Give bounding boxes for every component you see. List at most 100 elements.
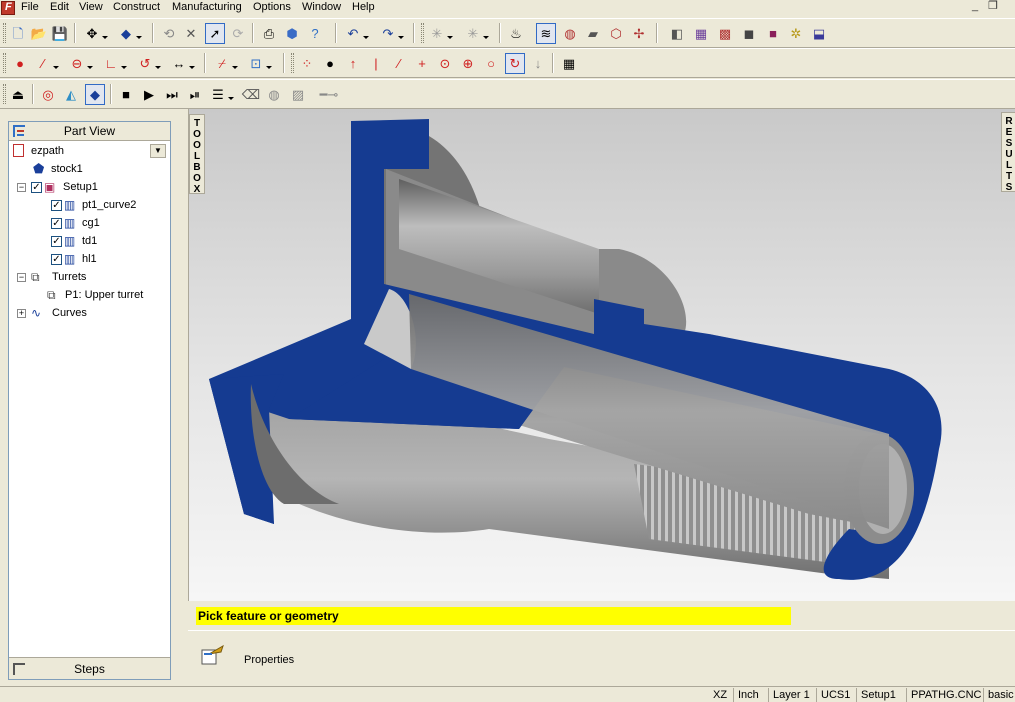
checkbox-checked[interactable]: ✓ [51,200,62,211]
fast-forward-icon[interactable]: ⏭ [162,84,182,105]
checkbox-checked[interactable]: ✓ [31,182,42,193]
print-preview-icon[interactable]: ⎙ [259,23,279,44]
tree-item-upper-turret[interactable]: ⧉ P1: Upper turret [45,286,170,304]
select-arrow-icon[interactable]: ➚ [205,23,225,44]
trim-icon[interactable]: ⌿ [212,53,238,74]
status-mode[interactable]: basic [983,688,1015,702]
play-icon[interactable]: ▶ [139,84,159,105]
toolbar-grip[interactable] [3,84,6,104]
tree-item-turrets[interactable]: − ⧉ Turrets [15,268,170,286]
contour-icon[interactable]: ◎ [38,84,58,105]
grid-snap-icon[interactable]: ▦ [559,53,579,74]
menu-options[interactable]: Options [251,0,293,16]
results-tab[interactable]: RESULTS [1001,112,1015,193]
shaded-icon[interactable]: ◆ [85,84,105,105]
delete-icon[interactable]: ✕ [181,23,201,44]
rotate-arc-icon[interactable]: ↶ [343,23,369,44]
tree-item-td1[interactable]: ✓ ▥ td1 [49,232,170,250]
tool-holder-icon[interactable]: ♨ [506,23,526,44]
render-icon[interactable]: ⬓ [809,23,829,44]
diagonal-line-icon[interactable]: ⁄ [389,53,409,74]
restore-icon[interactable]: ❐ [984,0,1002,14]
rect-icon[interactable]: ⊡ [246,53,272,74]
globe-icon[interactable]: ◍ [264,84,284,105]
circle-select-icon[interactable]: ○ [481,53,501,74]
arrow-down-icon[interactable]: ↓ [528,53,548,74]
panel-splitter[interactable] [180,109,188,686]
target-icon[interactable]: ⊕ [458,53,478,74]
menu-construct[interactable]: Construct [111,0,162,16]
move-icon[interactable]: ✥ [82,23,108,44]
checkbox-checked[interactable]: ✓ [51,236,62,247]
minimize-icon[interactable]: _ [966,0,984,14]
graphics-viewport[interactable]: TOOLBOX RESULTS [188,109,1015,601]
tree-item-cg1[interactable]: ✓ ▥ cg1 [49,214,170,232]
status-units[interactable]: Inch [733,688,763,702]
menu-manufacturing[interactable]: Manufacturing [170,0,244,16]
arrow-up-icon[interactable]: ↑ [343,53,363,74]
line-icon[interactable]: ⁄ [33,53,59,74]
transform-icon[interactable]: ⬡ [606,23,626,44]
crosshair-icon[interactable]: + [412,53,432,74]
toolbar-grip[interactable] [291,53,294,73]
menu-view[interactable]: View [77,0,105,16]
color-icon[interactable]: ▩ [715,23,735,44]
grid-points-icon[interactable]: ⁘ [297,53,317,74]
toolbar-grip[interactable] [421,23,424,43]
layer-icon[interactable]: ◭ [61,84,81,105]
gear-icon[interactable]: ✲ [786,23,806,44]
undo-icon[interactable]: ⟲ [159,23,179,44]
menu-edit[interactable]: Edit [48,0,71,16]
dot-icon[interactable]: ● [320,53,340,74]
center-point-icon[interactable]: ⊙ [435,53,455,74]
tree-item-pt1-curve2[interactable]: ✓ ▥ pt1_curve2 [49,196,170,214]
menu-window[interactable]: Window [300,0,343,16]
file-selector[interactable]: ezpath ▼ [11,143,168,159]
circle-icon[interactable]: ⊖ [67,53,93,74]
properties-label[interactable]: Properties [244,654,294,666]
move-3d-icon[interactable]: ✢ [629,23,649,44]
status-plane[interactable]: XZ [709,688,731,702]
tree-item-setup1[interactable]: − ✓ ▣ Setup1 [15,178,170,196]
collapse-icon[interactable]: − [17,273,26,282]
stock-icon[interactable]: ■ [763,23,783,44]
collapse-icon[interactable]: − [17,183,26,192]
status-post[interactable]: PPATHG.CNC [906,688,986,702]
chevron-down-icon[interactable]: ▼ [150,144,166,158]
toolbox-tab[interactable]: TOOLBOX [189,114,205,195]
model-icon[interactable]: ⬢ [282,23,302,44]
dimension-icon[interactable]: ↔ [169,53,195,74]
checkbox-checked[interactable]: ✓ [51,254,62,265]
grid-icon[interactable]: ▦ [691,23,711,44]
expand-icon[interactable]: + [17,309,26,318]
steps-tab[interactable]: Steps [9,657,170,679]
view-orient-icon[interactable]: ◆ [116,23,142,44]
status-layer[interactable]: Layer 1 [768,688,814,702]
stop-icon[interactable]: ■ [116,84,136,105]
point-icon[interactable]: ● [10,53,30,74]
open-folder-icon[interactable]: 📂 [29,23,49,44]
spin-icon[interactable]: ↷ [378,23,404,44]
toolbar-grip[interactable] [3,23,6,43]
feature-icon[interactable]: ◍ [560,23,580,44]
status-setup[interactable]: Setup1 [856,688,900,702]
spiral-icon[interactable]: ↻ [505,53,525,74]
image-icon[interactable]: ▨ [288,84,308,105]
menu-file[interactable]: File [19,0,41,16]
toolbar-grip[interactable] [3,53,6,73]
help-icon[interactable]: ? [305,23,325,44]
toolpath-icon[interactable]: ≋ [536,23,556,44]
cut-view-icon[interactable]: ◧ [667,23,687,44]
angle-icon[interactable]: ∟ [101,53,127,74]
redo-icon[interactable]: ⟳ [228,23,248,44]
tree-item-hl1[interactable]: ✓ ▥ hl1 [49,250,170,268]
point-cluster-icon[interactable]: ✳ [463,23,489,44]
status-ucs[interactable]: UCS1 [816,688,854,702]
slider-icon[interactable]: ━⊸ [315,84,343,105]
checkbox-checked[interactable]: ✓ [51,218,62,229]
tree-item-stock1[interactable]: ⬟ stock1 [31,160,170,178]
properties-icon[interactable] [201,644,225,666]
menu-help[interactable]: Help [350,0,377,16]
arc-icon[interactable]: ↺ [135,53,161,74]
point-star-icon[interactable]: ✳ [427,23,453,44]
